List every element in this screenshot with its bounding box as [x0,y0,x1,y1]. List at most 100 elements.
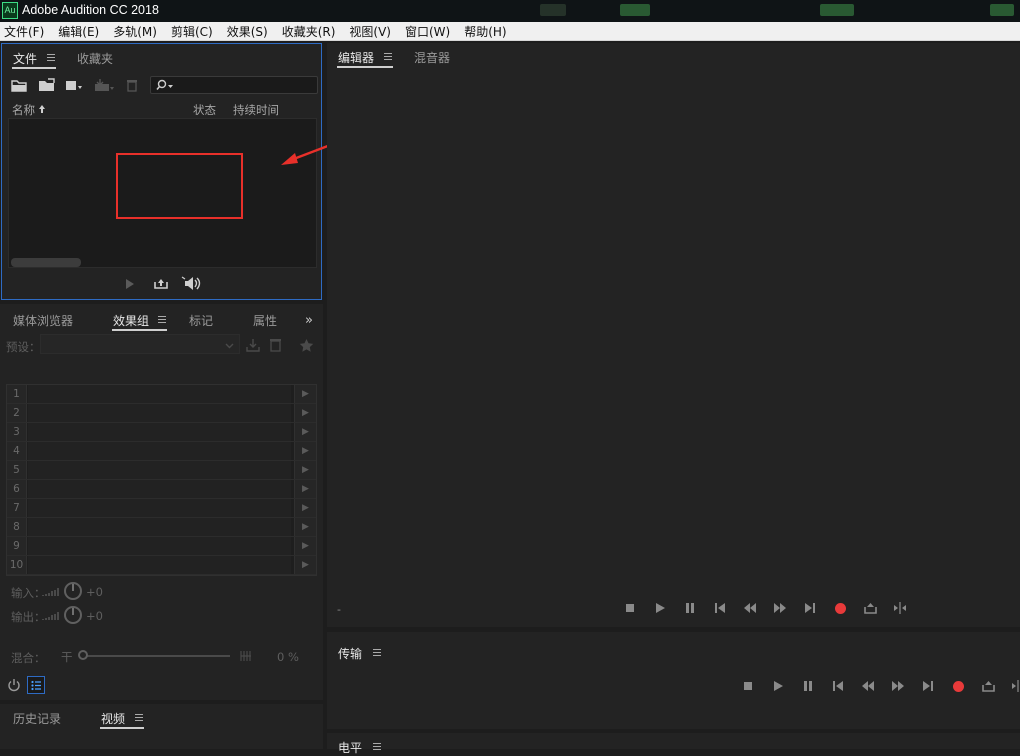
rewind-icon[interactable] [743,601,757,618]
preset-dropdown[interactable] [40,334,240,354]
tab-properties[interactable]: 属性 [253,312,277,329]
play-icon[interactable] [125,278,135,293]
rack-slot-number: 2 [7,404,27,422]
menu-edit[interactable]: 编辑(E) [58,23,99,40]
rack-slot-menu-arrow-icon[interactable]: ▶ [294,385,316,403]
delete-preset-icon[interactable] [269,338,282,355]
tab-history[interactable]: 历史记录 [13,710,61,727]
fast-forward-icon[interactable] [891,679,905,696]
rack-slot-row[interactable]: 2 ▶ [7,404,316,423]
play-icon[interactable] [653,601,667,618]
rewind-icon[interactable] [861,679,875,696]
open-folder-icon[interactable] [11,79,27,96]
rack-slot-menu-arrow-icon[interactable]: ▶ [294,537,316,555]
menu-help[interactable]: 帮助(H) [464,23,506,40]
tab-markers[interactable]: 标记 [189,312,213,329]
favorite-star-icon[interactable] [299,338,314,355]
rack-slot-row[interactable]: 4 ▶ [7,442,316,461]
rack-slot-row[interactable]: 1 ▶ [7,385,316,404]
panel-menu-icon[interactable] [158,316,166,323]
list-view-icon[interactable] [27,676,45,694]
record-icon[interactable] [953,681,964,692]
skip-to-end-icon[interactable] [921,679,935,696]
import-file-icon[interactable] [38,78,56,96]
input-gain-knob[interactable] [64,582,82,600]
panel-menu-icon[interactable] [47,54,55,61]
rack-slot-row[interactable]: 3 ▶ [7,423,316,442]
rack-slot-row[interactable]: 6 ▶ [7,480,316,499]
rack-slot-effect[interactable] [28,480,291,498]
rack-slot-effect[interactable] [28,385,291,403]
stop-icon[interactable] [741,679,755,696]
stop-icon[interactable] [623,601,637,618]
rack-slot-number: 4 [7,442,27,460]
rack-slot-effect[interactable] [28,423,291,441]
power-icon[interactable] [7,678,21,695]
menu-favorites[interactable]: 收藏夹(R) [282,23,336,40]
rack-slot-effect[interactable] [28,461,291,479]
menu-clip[interactable]: 剪辑(C) [171,23,213,40]
overflow-chevron-icon[interactable]: » [305,313,313,328]
save-preset-icon[interactable] [246,338,260,355]
rack-slot-menu-arrow-icon[interactable]: ▶ [294,480,316,498]
fast-forward-icon[interactable] [773,601,787,618]
skip-selection-icon[interactable] [1011,679,1020,696]
tab-favorites[interactable]: 收藏夹 [77,50,113,67]
rack-slot-menu-arrow-icon[interactable]: ▶ [294,404,316,422]
rack-slot-effect[interactable] [28,537,291,555]
rack-slot-row[interactable]: 9 ▶ [7,537,316,556]
skip-to-start-icon[interactable] [831,679,845,696]
insert-into-multitrack-icon[interactable] [94,78,114,96]
rack-slot-effect[interactable] [28,556,291,574]
rack-slot-menu-arrow-icon[interactable]: ▶ [294,461,316,479]
pause-icon[interactable] [801,679,815,696]
rack-slot-row[interactable]: 10 ▶ [7,556,316,575]
tab-editor[interactable]: 编辑器 [338,49,374,66]
skip-selection-icon[interactable] [893,601,907,618]
rack-slot-menu-arrow-icon[interactable]: ▶ [294,423,316,441]
column-name[interactable]: 名称 [12,102,35,118]
rack-slot-menu-arrow-icon[interactable]: ▶ [294,518,316,536]
search-input[interactable] [150,76,318,94]
skip-to-start-icon[interactable] [713,601,727,618]
menu-multitrack[interactable]: 多轨(M) [113,23,157,40]
tab-media-browser[interactable]: 媒体浏览器 [13,312,73,329]
new-file-icon[interactable] [65,79,83,97]
menu-effects[interactable]: 效果(S) [227,23,268,40]
mix-slider-track[interactable] [80,655,230,657]
menu-window[interactable]: 窗口(W) [405,23,450,40]
tab-files[interactable]: 文件 [13,50,37,67]
panel-menu-icon[interactable] [135,714,143,721]
trash-icon[interactable] [126,79,138,96]
rack-slot-row[interactable]: 8 ▶ [7,518,316,537]
rack-slot-row[interactable]: 7 ▶ [7,499,316,518]
rack-slot-effect[interactable] [28,499,291,517]
rack-slot-effect[interactable] [28,442,291,460]
loop-playback-icon[interactable] [863,601,877,618]
skip-to-end-icon[interactable] [803,601,817,618]
rack-slot-effect[interactable] [28,518,291,536]
menu-view[interactable]: 视图(V) [349,23,391,40]
column-status[interactable]: 状态 [193,102,216,118]
panel-menu-icon[interactable] [373,649,381,656]
column-duration[interactable]: 持续时间 [233,102,279,118]
mix-slider-handle[interactable] [78,650,88,660]
loop-icon[interactable] [153,276,169,293]
output-gain-knob[interactable] [64,606,82,624]
play-icon[interactable] [771,679,785,696]
rack-slot-effect[interactable] [28,404,291,422]
panel-menu-icon[interactable] [384,53,392,60]
pause-icon[interactable] [683,601,697,618]
horizontal-scrollbar[interactable] [11,258,81,267]
tab-video[interactable]: 视频 [101,710,125,727]
rack-slot-menu-arrow-icon[interactable]: ▶ [294,556,316,574]
tab-effects-rack[interactable]: 效果组 [113,312,149,329]
autoplay-speaker-icon[interactable] [181,276,203,293]
loop-playback-icon[interactable] [981,679,995,696]
menu-file[interactable]: 文件(F) [4,23,44,40]
tab-mixer[interactable]: 混音器 [414,49,450,66]
rack-slot-row[interactable]: 5 ▶ [7,461,316,480]
record-icon[interactable] [835,603,846,614]
rack-slot-menu-arrow-icon[interactable]: ▶ [294,442,316,460]
rack-slot-menu-arrow-icon[interactable]: ▶ [294,499,316,517]
